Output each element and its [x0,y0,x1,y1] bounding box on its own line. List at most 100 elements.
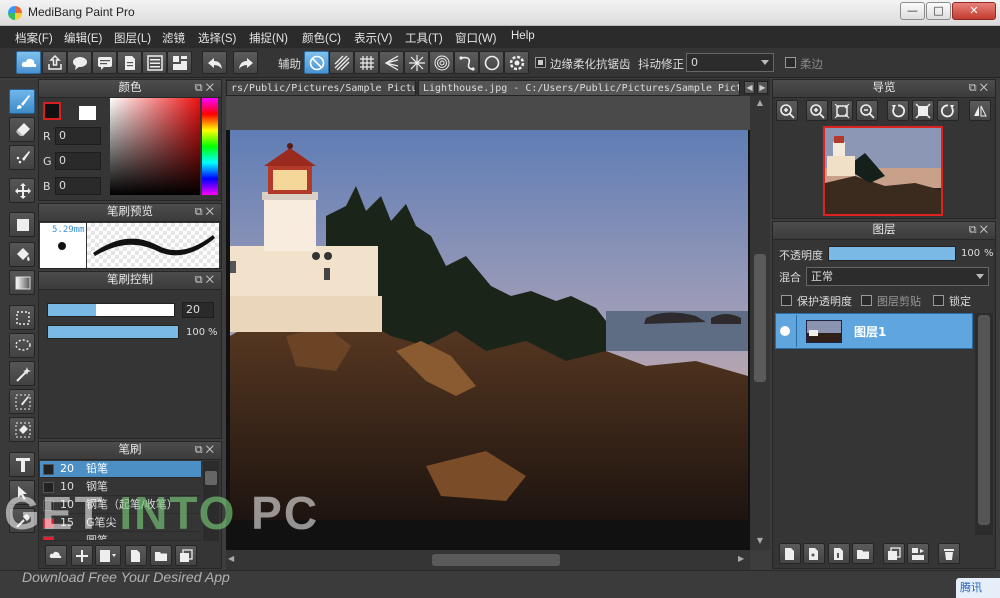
brush-size-input[interactable]: 20 [182,302,214,318]
b-input[interactable]: 0 [55,177,101,195]
grid-layout-button[interactable] [167,51,192,74]
document-tab[interactable]: rs/Public/Pictures/Sample Pictures [226,80,416,96]
perspective-snap-button[interactable] [379,51,404,74]
brush-tool-button[interactable] [9,89,35,114]
canvas-area[interactable] [226,96,750,550]
canvas-hscroll-thumb[interactable] [432,554,560,566]
g-input[interactable]: 0 [55,152,101,170]
menu-window[interactable]: 窗口(W) [455,30,497,46]
tab-scroll-right-icon[interactable]: ▶ [757,81,768,94]
new-halftone-layer-button[interactable] [803,543,825,564]
lock-checkbox[interactable] [933,295,944,306]
menu-edit[interactable]: 编辑(E) [64,30,102,46]
blend-mode-select[interactable]: 正常 [806,267,989,286]
scroll-up-icon[interactable]: ▲ [753,98,767,110]
foreground-color-swatch[interactable] [43,102,61,120]
select-pen-tool-button[interactable] [9,389,35,414]
brush-folder-button[interactable] [150,545,172,566]
cloud-button[interactable] [16,51,41,74]
message-button[interactable] [92,51,117,74]
layer-list-scroll-thumb[interactable] [978,315,990,525]
panel-popout-close-icon[interactable]: ⧉✕ [195,442,217,459]
share-button[interactable] [42,51,67,74]
curve-snap-button[interactable] [454,51,479,74]
panel-popout-close-icon[interactable]: ⧉✕ [195,80,217,97]
gradient-tool-button[interactable] [9,270,35,295]
scroll-down-icon[interactable]: ▼ [753,536,767,548]
reset-view-button[interactable] [912,100,934,121]
minimize-button[interactable]: — [900,2,925,20]
magic-wand-tool-button[interactable] [9,361,35,386]
brush-cloud-button[interactable] [45,545,67,566]
zoom-in-2-button[interactable] [806,100,828,121]
layer-row[interactable]: 图层1 [775,313,973,349]
brush-duplicate-button[interactable] [175,545,197,566]
brush-list-item[interactable]: 20 铅笔 [40,461,201,478]
new-layer-button[interactable] [779,543,801,564]
protect-alpha-checkbox[interactable] [781,295,792,306]
canvas-vertical-scrollbar[interactable]: ▲ ▼ [750,96,770,550]
menu-file[interactable]: 档案(F) [15,30,53,46]
menu-layer[interactable]: 图层(L) [114,30,151,46]
zoom-in-button[interactable] [776,100,798,121]
close-button[interactable]: ✕ [952,2,996,20]
saturation-value-picker[interactable] [110,98,200,195]
clipping-checkbox[interactable] [861,295,872,306]
stabilizer-select[interactable]: 0 [686,53,774,72]
soft-edge-checkbox[interactable] [785,57,796,68]
snap-off-button[interactable] [304,51,329,74]
menu-select[interactable]: 选择(S) [198,30,236,46]
fill-tool-button[interactable] [9,242,35,267]
menu-filter[interactable]: 滤镜 [162,30,185,46]
select-eraser-tool-button[interactable] [9,417,35,442]
layer-list-scrollbar[interactable] [975,313,993,535]
panel-popout-close-icon[interactable]: ⧉✕ [195,204,217,221]
brush-size-slider[interactable] [47,303,175,317]
ime-indicator[interactable]: 腾讯 [956,578,1000,598]
circle-snap-button[interactable] [479,51,504,74]
scroll-right-icon[interactable]: ▶ [738,554,744,563]
parallel-snap-button[interactable] [329,51,354,74]
comment-button[interactable] [67,51,92,74]
panel-popout-close-icon[interactable]: ⧉✕ [195,272,217,289]
dot-brush-tool-button[interactable] [9,145,35,170]
tab-scroll-left-icon[interactable]: ◀ [744,81,755,94]
duplicate-layer-button[interactable] [883,543,905,564]
shape-tool-button[interactable] [9,212,35,237]
brush-list-scroll-thumb[interactable] [205,471,217,485]
menu-view[interactable]: 表示(V) [354,30,392,46]
canvas-horizontal-scrollbar[interactable]: ◀ ▶ [226,550,750,570]
brush-menu-button[interactable] [95,545,121,566]
menu-tools[interactable]: 工具(T) [405,30,443,46]
flip-button[interactable] [969,100,991,121]
brush-add-button[interactable] [71,545,93,566]
hue-slider[interactable] [202,98,218,195]
rotate-left-button[interactable] [887,100,909,121]
zoom-out-button[interactable] [856,100,878,121]
merge-layer-button[interactable] [907,543,929,564]
r-input[interactable]: 0 [55,127,101,145]
layer-visibility-icon[interactable] [780,326,790,336]
text-tool-button[interactable] [9,452,35,477]
document-tab-active[interactable]: Lighthouse.jpg - C:/Users/Public/Picture… [418,80,740,96]
navigator-thumbnail[interactable] [823,126,943,216]
rect-select-tool-button[interactable] [9,305,35,330]
background-color-swatch[interactable] [79,106,96,120]
antialias-checkbox[interactable] [535,57,546,68]
menu-color[interactable]: 颜色(C) [302,30,341,46]
rotate-right-button[interactable] [937,100,959,121]
snap-settings-button[interactable] [504,51,529,74]
menu-snap[interactable]: 捕捉(N) [249,30,288,46]
fit-screen-button[interactable] [831,100,853,121]
panel-popout-close-icon[interactable]: ⧉✕ [969,80,991,97]
panel-popout-close-icon[interactable]: ⧉✕ [969,222,991,239]
grid-snap-button[interactable] [354,51,379,74]
undo-button[interactable] [202,51,227,74]
new-folder-button[interactable] [852,543,874,564]
radial-snap-button[interactable] [404,51,429,74]
list-button[interactable] [142,51,167,74]
canvas-vscroll-thumb[interactable] [754,254,766,382]
redo-button[interactable] [233,51,258,74]
brush-opacity-slider[interactable] [47,325,179,339]
brush-copy-button[interactable] [125,545,147,566]
